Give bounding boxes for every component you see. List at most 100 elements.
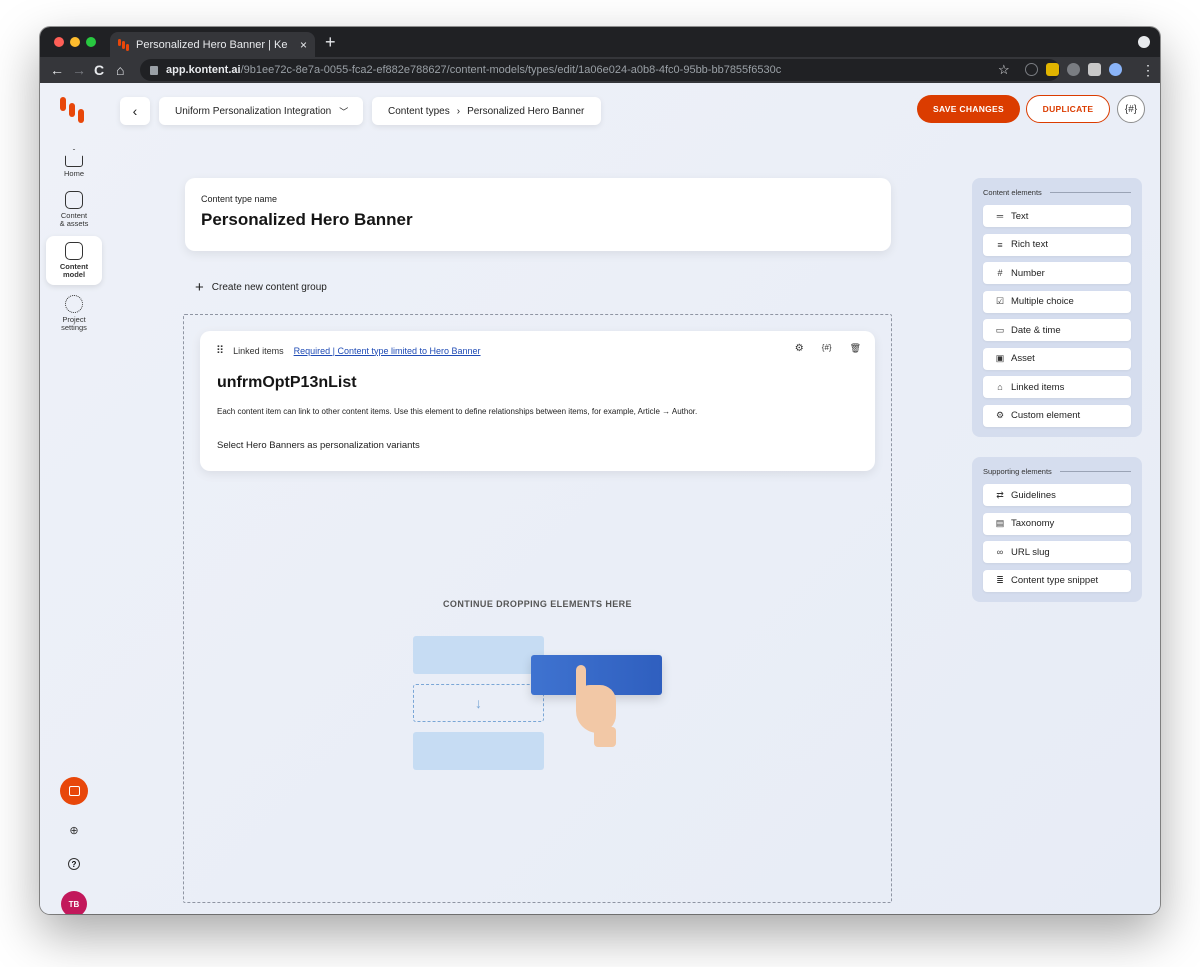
element-guidelines: Each content item can link to other cont…: [217, 407, 698, 416]
drag-handle-icon[interactable]: ⠿: [216, 344, 224, 357]
element-codename-icon[interactable]: {#}: [822, 343, 832, 354]
image-icon: ▣: [995, 353, 1005, 363]
element-option-multiple-choice[interactable]: ☑ Multiple choice: [983, 290, 1131, 313]
project-name: Uniform Personalization Integration: [175, 105, 332, 117]
breadcrumb: Content types › Personalized Hero Banner: [372, 97, 601, 125]
element-option-custom-element[interactable]: ⚙ Custom element: [983, 404, 1131, 427]
element-option-linked-items[interactable]: ⌂ Linked items: [983, 376, 1131, 398]
info-extension-icon[interactable]: [1025, 63, 1038, 76]
continue-dropping-label: CONTINUE DROPPING ELEMENTS HERE: [443, 599, 632, 609]
element-option-guidelines[interactable]: ⇄ Guidelines: [983, 484, 1131, 506]
guidelines-icon: ⇄: [996, 489, 1004, 500]
down-arrow-icon: ↓: [413, 684, 544, 722]
element-option-asset[interactable]: ▣ Asset: [983, 347, 1131, 370]
content-type-name-card[interactable]: Content type name Personalized Hero Bann…: [185, 178, 891, 251]
lock-icon: [150, 65, 158, 75]
element-option-label: Taxonomy: [1011, 518, 1055, 529]
url-host: app.kontent.ai: [166, 64, 241, 76]
element-actions: ⚙ {#} 🗑: [795, 343, 861, 354]
element-settings-icon[interactable]: ⚙: [795, 343, 804, 354]
element-requirement-link[interactable]: Required | Content type limited to Hero …: [294, 346, 481, 356]
home-icon[interactable]: ⌂: [116, 60, 124, 80]
taxonomy-icon: ▤: [995, 518, 1005, 528]
element-option-label: Asset: [1011, 353, 1035, 364]
element-option-label: Text: [1011, 210, 1029, 222]
element-option-label: Rich text: [1011, 239, 1048, 250]
kontent-logo[interactable]: [60, 97, 88, 125]
sidebar-item-content-model[interactable]: Content model: [46, 236, 102, 285]
kontent-favicon-icon: [118, 38, 130, 51]
element-option-label: URL slug: [1011, 546, 1050, 558]
url-field[interactable]: app.kontent.ai/9b1ee72c-8e7a-0055-fca2-e…: [140, 59, 1060, 81]
sidebar-item-content-assets[interactable]: Content & assets: [46, 191, 102, 228]
codename-button[interactable]: {#}: [1117, 95, 1145, 123]
notes-extension-icon[interactable]: [1046, 63, 1059, 76]
element-option-label: Date & time: [1011, 324, 1061, 336]
chat-icon: [68, 786, 80, 796]
sidebar-item-label: model: [62, 270, 86, 279]
supporting-elements-title: Supporting elements: [983, 467, 1131, 476]
custom-element-icon: ⚙: [995, 410, 1005, 420]
hand-pointer-icon: [570, 665, 630, 747]
trash-icon[interactable]: 🗑: [850, 343, 861, 354]
element-description: Select Hero Banners as personalization v…: [217, 440, 420, 451]
tab-close-icon[interactable]: ×: [300, 38, 307, 52]
create-content-group-label: Create new content group: [211, 282, 327, 293]
profile-icon[interactable]: [1109, 63, 1122, 76]
element-name[interactable]: unfrmOptP13nList: [217, 374, 357, 392]
link-icon: ∞: [996, 547, 1004, 557]
sidebar-item-home[interactable]: Home: [46, 149, 102, 178]
address-toolbar: ← → C ⌂ app.kontent.ai/9b1ee72c-8e7a-005…: [40, 57, 1160, 83]
save-changes-button[interactable]: SAVE CHANGES: [917, 95, 1020, 123]
bookmark-star-icon[interactable]: ☆: [998, 60, 1010, 80]
puzzle-extensions-icon[interactable]: [1088, 63, 1101, 76]
element-type: Linked items: [233, 345, 284, 356]
content-type-name-label: Content type name: [201, 194, 278, 204]
content-type-name-value[interactable]: Personalized Hero Banner: [201, 210, 875, 230]
browser-tab[interactable]: Personalized Hero Banner | Ke ×: [110, 32, 315, 57]
forward-arrow-icon[interactable]: →: [72, 60, 86, 80]
feedback-button[interactable]: [60, 777, 88, 805]
new-tab-button[interactable]: +: [325, 32, 336, 52]
illustration-block-top: [413, 636, 544, 674]
element-option-date-time[interactable]: ▭ Date & time: [983, 319, 1131, 341]
kontent-app: Home Content & assets Content model Proj…: [40, 83, 1160, 914]
maximize-window-button[interactable]: [86, 37, 96, 47]
content-icon: [65, 191, 83, 209]
reload-icon[interactable]: C: [94, 60, 104, 80]
element-option-label: Guidelines: [1011, 489, 1056, 501]
element-option-label: Multiple choice: [1011, 296, 1074, 307]
element-option-rich-text[interactable]: ≡ Rich text: [983, 233, 1131, 256]
element-option-taxonomy[interactable]: ▤ Taxonomy: [983, 512, 1131, 535]
back-button[interactable]: ‹: [120, 97, 150, 125]
duplicate-button[interactable]: DUPLICATE: [1026, 95, 1110, 123]
linked-items-element-card[interactable]: ⠿ Linked items Required | Content type l…: [200, 331, 875, 471]
help-icon: ?: [68, 858, 80, 870]
browser-menu-icon[interactable]: ⋮: [1141, 60, 1155, 80]
chevron-down-icon: ﹀: [339, 106, 349, 117]
element-option-text[interactable]: ═ Text: [983, 205, 1131, 227]
extension-icon[interactable]: [1067, 63, 1080, 76]
sidebar-item-label: Home: [63, 169, 84, 178]
content-elements-panel: Content elements ═ Text ≡ Rich text # Numbe…: [972, 178, 1142, 437]
back-arrow-icon[interactable]: ←: [50, 60, 64, 80]
avatar[interactable]: TB: [61, 891, 87, 914]
help-button[interactable]: ?: [60, 857, 88, 871]
tab-bar: Personalized Hero Banner | Ke × +: [40, 27, 1160, 57]
minimize-window-button[interactable]: [70, 37, 80, 47]
sidebar-item-project-settings[interactable]: Project settings: [46, 295, 102, 332]
element-option-label: Custom element: [1011, 410, 1081, 421]
text-icon: ═: [996, 211, 1004, 221]
number-icon: #: [997, 268, 1003, 278]
breadcrumb-current: Personalized Hero Banner: [467, 105, 585, 117]
breadcrumb-content-types[interactable]: Content types: [388, 106, 450, 117]
gift-icon[interactable]: ⊕: [60, 823, 88, 837]
tab-search-icon[interactable]: [1138, 36, 1150, 48]
project-switcher[interactable]: Uniform Personalization Integration ﹀: [159, 97, 363, 125]
close-window-button[interactable]: [54, 37, 64, 47]
element-option-content-type-snippet[interactable]: ≣ Content type snippet: [983, 569, 1131, 592]
create-content-group-button[interactable]: + Create new content group: [195, 279, 327, 296]
sidebar-item-label: & assets: [59, 219, 89, 228]
element-option-number[interactable]: # Number: [983, 262, 1131, 284]
element-option-url-slug[interactable]: ∞ URL slug: [983, 541, 1131, 563]
